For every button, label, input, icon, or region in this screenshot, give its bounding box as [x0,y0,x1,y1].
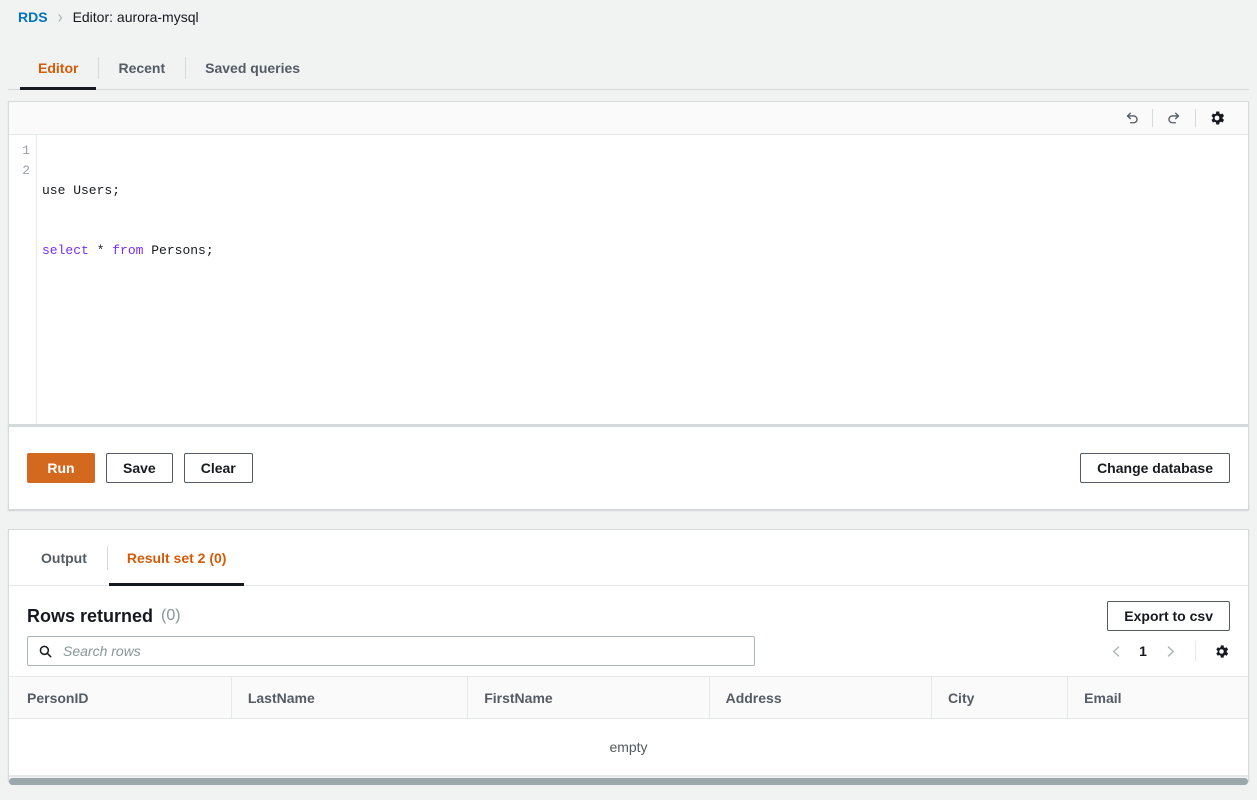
tab-saved-queries[interactable]: Saved queries [185,46,320,90]
breadcrumb-separator-icon: › [58,6,63,27]
chevron-left-icon[interactable] [1103,638,1129,664]
rows-returned-count: (0) [161,607,181,625]
results-table: PersonID LastName FirstName Address City… [9,676,1248,776]
tab-recent-label: Recent [118,60,165,76]
editor-toolbar [9,102,1248,135]
tab-editor-label: Editor [38,60,78,76]
tab-recent[interactable]: Recent [98,46,185,90]
tab-output-label: Output [41,550,87,566]
code-area[interactable]: 1 2 use Users; select * from Persons; [9,135,1248,424]
code-line-2-tail: Persons; [143,243,213,258]
pagination-divider [1195,641,1196,661]
sql-keyword-from: from [112,243,143,258]
sql-code-content[interactable]: use Users; select * from Persons; [37,135,1248,424]
change-database-button[interactable]: Change database [1080,453,1230,483]
search-rows-input[interactable] [61,642,744,660]
search-rows-box[interactable] [27,636,755,666]
code-line-1: use Users; [42,181,1248,201]
column-header-lastname[interactable]: LastName [231,677,467,719]
code-line-2: select * from Persons; [42,241,1248,261]
rows-returned-header: Rows returned (0) Export to csv [9,586,1248,632]
tab-output[interactable]: Output [21,530,107,586]
code-line-1-text: use Users; [42,183,120,198]
column-header-address[interactable]: Address [709,677,931,719]
redo-icon[interactable] [1157,105,1191,131]
toolbar-divider-1 [1152,109,1153,127]
table-empty-message: empty [9,719,1248,776]
chevron-right-icon[interactable] [1157,638,1183,664]
results-pagination: 1 [1103,638,1234,664]
column-header-personid[interactable]: PersonID [9,677,231,719]
breadcrumb-link-rds[interactable]: RDS [18,9,48,25]
tab-result-set-2[interactable]: Result set 2 (0) [107,530,247,586]
results-filter-row: 1 [9,632,1248,676]
sql-keyword-select: select [42,243,89,258]
undo-icon[interactable] [1114,105,1148,131]
tab-result-set-2-label: Result set 2 (0) [127,550,227,566]
column-header-firstname[interactable]: FirstName [468,677,709,719]
page-number[interactable]: 1 [1131,643,1155,659]
horizontal-scrollbar[interactable] [9,776,1248,780]
line-number: 2 [9,161,30,181]
column-header-city[interactable]: City [931,677,1067,719]
gear-icon[interactable] [1200,105,1234,131]
table-header-row: PersonID LastName FirstName Address City… [9,677,1248,719]
search-icon [38,644,53,659]
gear-icon[interactable] [1208,638,1234,664]
horizontal-scrollbar-thumb[interactable] [9,778,1248,785]
results-tab-bar: Output Result set 2 (0) [9,530,1248,586]
table-empty-row: empty [9,719,1248,776]
results-panel: Output Result set 2 (0) Rows returned (0… [8,529,1249,781]
sql-editor-panel: 1 2 use Users; select * from Persons; [8,101,1249,425]
code-line-2-mid: * [89,243,112,258]
run-button[interactable]: Run [27,453,95,483]
save-button[interactable]: Save [106,453,173,483]
column-header-email[interactable]: Email [1068,677,1248,719]
clear-button[interactable]: Clear [184,453,253,483]
export-to-csv-button[interactable]: Export to csv [1107,601,1230,631]
tab-saved-queries-label: Saved queries [205,60,300,76]
line-number: 1 [9,141,30,161]
results-table-wrapper: PersonID LastName FirstName Address City… [9,676,1248,780]
tab-editor[interactable]: Editor [18,46,98,90]
breadcrumb-current: Editor: aurora-mysql [73,9,199,25]
editor-actions-bar: Run Save Clear Change database [8,426,1249,510]
rows-returned-label: Rows returned [27,606,153,627]
toolbar-divider-2 [1195,109,1196,127]
breadcrumb: RDS › Editor: aurora-mysql [0,0,1257,34]
line-number-gutter: 1 2 [9,135,37,424]
primary-tab-bar: Editor Recent Saved queries [0,46,1257,90]
